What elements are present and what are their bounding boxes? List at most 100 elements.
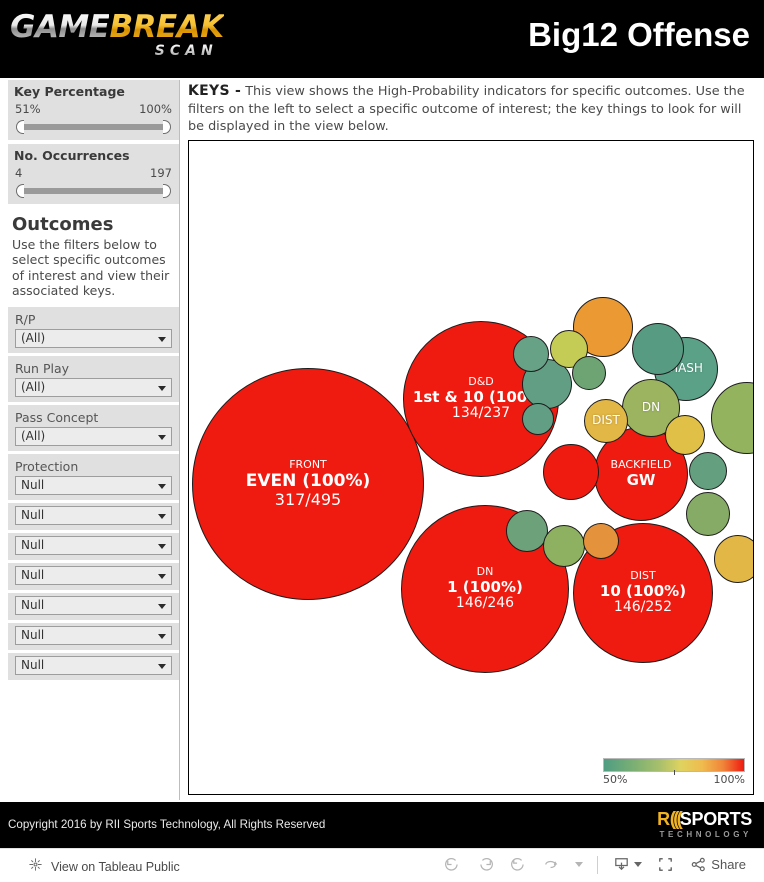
dropdown-4[interactable]: Null — [15, 505, 172, 525]
dropdown-9[interactable]: Null — [15, 655, 172, 675]
bubble-category: DN — [476, 565, 494, 579]
bubble-unlabeled-16[interactable] — [711, 382, 753, 454]
filter-group-1: Run Play (All) — [8, 355, 179, 402]
chevron-down-icon[interactable] — [158, 434, 166, 440]
dropdown-label-2: Pass Concept — [15, 409, 99, 425]
bubble-fraction: 146/252 — [613, 598, 673, 615]
bubble-unlabeled-14[interactable] — [572, 356, 606, 390]
tableau-public-label: View on Tableau Public — [51, 859, 180, 874]
dropdown-8[interactable]: Null — [15, 625, 172, 645]
dropdown-label-0: R/P — [15, 311, 36, 327]
slider-handle-max[interactable] — [163, 120, 171, 134]
bubble-unlabeled-19[interactable] — [686, 492, 730, 536]
slider-handle-max[interactable] — [163, 184, 171, 198]
bubble-unlabeled-21[interactable] — [506, 510, 548, 552]
bubble-chart-canvas[interactable]: FRONT EVEN (100%) 317/495 D&D 1st & 10 (100%… — [188, 140, 754, 795]
outcomes-description: Use the filters below to select specific… — [12, 237, 170, 299]
fullscreen-icon[interactable] — [656, 855, 675, 874]
keys-label: KEYS - — [188, 83, 242, 99]
legend-gradient-bar — [603, 758, 745, 775]
download-icon[interactable] — [612, 855, 643, 874]
bubble-front[interactable]: FRONT EVEN (100%) 317/495 — [192, 368, 424, 600]
dropdown-value-0: (All) — [21, 330, 46, 345]
keys-description-text: This view shows the High-Probability ind… — [188, 84, 745, 134]
bubble-category: DN — [641, 400, 661, 415]
slider-handle-min[interactable] — [16, 120, 24, 134]
redo-icon[interactable] — [476, 855, 495, 874]
no-occurrences-filter: No. Occurrences 4 197 — [8, 144, 179, 204]
pause-dropdown-icon[interactable] — [575, 862, 584, 867]
bubble-dist[interactable]: DIST — [584, 399, 628, 443]
tableau-public-link[interactable]: View on Tableau Public — [28, 857, 180, 876]
tableau-icon — [28, 857, 43, 876]
no-occurrences-max: 197 — [150, 166, 172, 180]
bubble-unlabeled-20[interactable] — [714, 535, 753, 583]
legend-tick — [674, 770, 675, 775]
filter-group-6: Null — [8, 562, 179, 590]
key-percentage-slider[interactable] — [16, 119, 171, 135]
copyright-text: Copyright 2016 by RII Sports Technology,… — [8, 818, 326, 831]
app-footer: Copyright 2016 by RII Sports Technology,… — [0, 802, 764, 848]
bubble-unlabeled-23[interactable] — [583, 523, 619, 559]
filter-group-3: Protection Null — [8, 453, 179, 500]
dropdown-7[interactable]: Null — [15, 595, 172, 615]
no-occurrences-title: No. Occurrences — [14, 148, 130, 163]
filter-group-0: R/P (All) — [8, 306, 179, 353]
bubble-unlabeled-5[interactable] — [543, 444, 599, 500]
dropdown-value-9: Null — [21, 657, 45, 672]
bubble-unlabeled-17[interactable] — [665, 415, 705, 455]
slider-handle-min[interactable] — [16, 184, 24, 198]
chevron-down-icon[interactable] — [158, 385, 166, 391]
app-header: GAMEBREAK SCAN Big12 Offense — [0, 0, 764, 78]
bubble-fraction: 134/237 — [451, 404, 511, 421]
chevron-down-icon[interactable] — [158, 513, 166, 519]
chevron-down-icon[interactable] — [158, 336, 166, 342]
refresh-icon[interactable] — [542, 855, 561, 874]
dropdown-0[interactable]: (All) — [15, 328, 172, 348]
dropdown-value-5: Null — [21, 537, 45, 552]
filters-sidebar: Key Percentage 51% 100% No. Occurrences … — [8, 80, 180, 800]
chevron-down-icon[interactable] — [158, 663, 166, 669]
dropdown-6[interactable]: Null — [15, 565, 172, 585]
chevron-down-icon[interactable] — [158, 483, 166, 489]
rii-logo-r: R — [657, 809, 670, 829]
share-button[interactable]: Share — [689, 855, 746, 874]
bubble-unlabeled-18[interactable] — [689, 452, 727, 490]
rii-sports-logo: R(((SPORTS TECHNOLOGY — [657, 810, 752, 839]
bubble-value: GW — [626, 470, 656, 489]
bubble-unlabeled-11[interactable] — [513, 336, 549, 372]
filter-group-8: Null — [8, 622, 179, 650]
filter-dropdown-list: R/P (All) Run Play (All) Pass Concept (All) Pr… — [8, 306, 179, 680]
dropdown-label-1: Run Play — [15, 360, 70, 376]
dropdown-value-7: Null — [21, 597, 45, 612]
outcomes-heading: Outcomes — [12, 214, 114, 235]
bubble-unlabeled-10[interactable] — [632, 323, 684, 375]
page-title: Big12 Offense — [528, 16, 750, 53]
dashboard-root: GAMEBREAK SCAN Big12 Offense Key Percent… — [0, 0, 764, 882]
filter-group-2: Pass Concept (All) — [8, 404, 179, 451]
no-occurrences-slider[interactable] — [16, 183, 171, 199]
bubble-unlabeled-15[interactable] — [522, 403, 554, 435]
key-percentage-title: Key Percentage — [14, 84, 125, 99]
dropdown-1[interactable]: (All) — [15, 377, 172, 397]
slider-track[interactable] — [23, 188, 164, 194]
chevron-down-icon[interactable] — [158, 633, 166, 639]
dropdown-2[interactable]: (All) — [15, 426, 172, 446]
dropdown-5[interactable]: Null — [15, 535, 172, 555]
revert-icon[interactable] — [509, 855, 528, 874]
keys-description: KEYS - This view shows the High-Probabil… — [186, 80, 758, 141]
undo-icon[interactable] — [443, 855, 462, 874]
toolbar-divider — [597, 855, 599, 874]
dropdown-3[interactable]: Null — [15, 475, 172, 495]
chevron-down-icon[interactable] — [158, 603, 166, 609]
filter-group-4: Null — [8, 502, 179, 530]
bubble-unlabeled-22[interactable] — [543, 525, 585, 567]
rii-logo-sports: SPORTS — [679, 809, 753, 829]
dropdown-value-8: Null — [21, 627, 45, 642]
key-percentage-max: 100% — [139, 102, 172, 116]
slider-track[interactable] — [23, 124, 164, 130]
toolbar-actions: Share — [443, 855, 746, 874]
chevron-down-icon[interactable] — [158, 543, 166, 549]
chevron-down-icon[interactable] — [158, 573, 166, 579]
rii-logo-wave: ((( — [669, 809, 683, 830]
